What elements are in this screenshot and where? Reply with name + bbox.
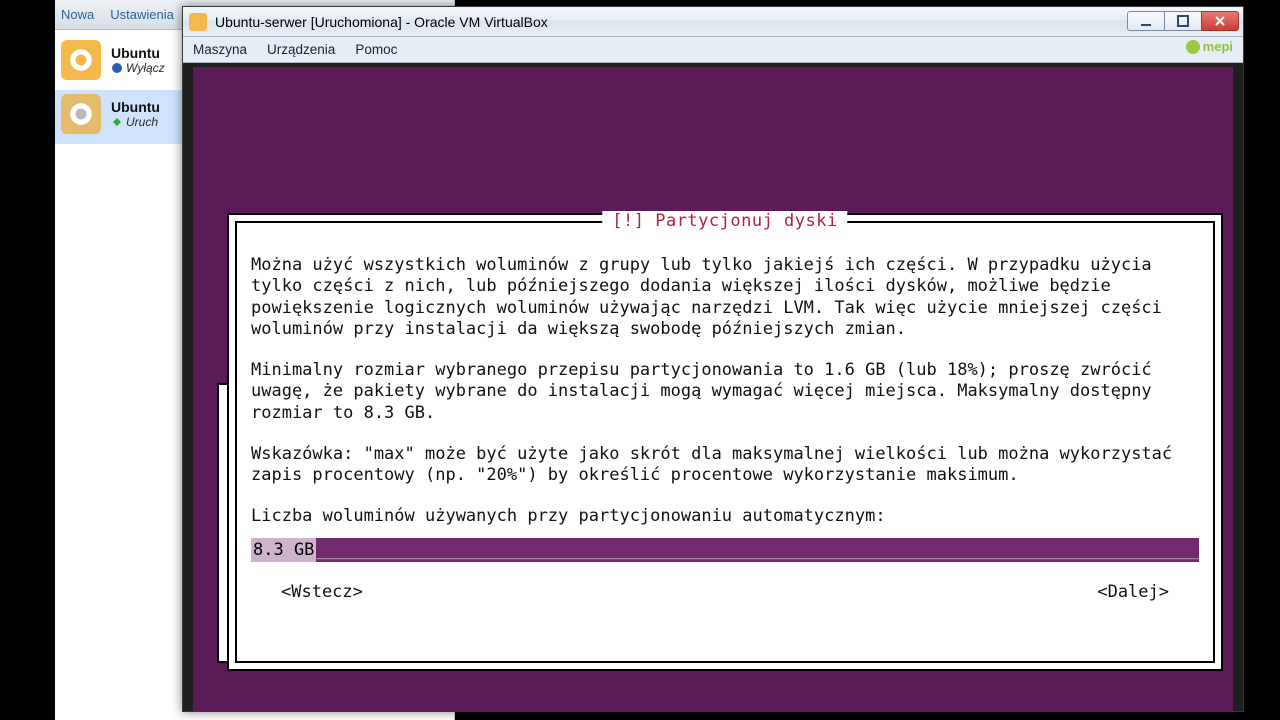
minimize-button[interactable] — [1127, 11, 1165, 31]
vm-menubar: Maszyna Urządzenia Pomoc mepi — [183, 37, 1243, 63]
watermark: mepi — [1186, 39, 1233, 54]
virtualbox-vm-window: Ubuntu-serwer [Uruchomiona] - Oracle VM … — [182, 6, 1244, 712]
menu-urzadzenia[interactable]: Urządzenia — [267, 42, 335, 57]
window-title: Ubuntu-serwer [Uruchomiona] - Oracle VM … — [215, 14, 1128, 30]
menu-maszyna[interactable]: Maszyna — [193, 42, 247, 57]
run-icon — [111, 116, 123, 128]
dialog-shadow-tab — [217, 383, 227, 663]
vm-os-icon — [61, 94, 101, 134]
toolbar-settings-button[interactable]: Ustawienia — [110, 7, 174, 22]
vm-os-icon — [61, 40, 101, 80]
vm-screen: [!] Partycjonuj dyski Można użyć wszystk… — [193, 67, 1233, 711]
maximize-button[interactable] — [1164, 11, 1202, 31]
input-prompt-label: Liczba woluminów używanych przy partycjo… — [251, 506, 1199, 527]
dialog-paragraph: Minimalny rozmiar wybranego przepisu par… — [251, 360, 1199, 424]
input-underline: ________________________________________… — [316, 538, 1199, 562]
next-button[interactable]: <Dalej> — [1097, 582, 1169, 603]
virtualbox-icon — [189, 13, 207, 31]
vm-state: Wyłącz — [126, 61, 165, 75]
menu-pomoc[interactable]: Pomoc — [355, 42, 397, 57]
watermark-icon — [1186, 40, 1200, 54]
vm-state: Uruch — [126, 115, 158, 129]
toolbar-new-button[interactable]: Nowa — [61, 7, 94, 22]
installer-dialog: [!] Partycjonuj dyski Można użyć wszystk… — [227, 213, 1223, 671]
window-titlebar[interactable]: Ubuntu-serwer [Uruchomiona] - Oracle VM … — [183, 7, 1243, 37]
vm-name: Ubuntu — [111, 99, 160, 115]
dialog-paragraph: Wskazówka: "max" może być użyte jako skr… — [251, 444, 1199, 487]
close-button[interactable] — [1201, 11, 1239, 31]
power-icon — [111, 62, 123, 74]
dialog-paragraph: Można użyć wszystkich woluminów z grupy … — [251, 255, 1199, 340]
input-value: 8.3 GB — [251, 538, 316, 562]
volume-size-input[interactable]: 8.3 GB _________________________________… — [251, 538, 1199, 562]
dialog-title: [!] Partycjonuj dyski — [602, 211, 847, 231]
vm-name: Ubuntu — [111, 45, 165, 61]
back-button[interactable]: <Wstecz> — [281, 582, 363, 603]
